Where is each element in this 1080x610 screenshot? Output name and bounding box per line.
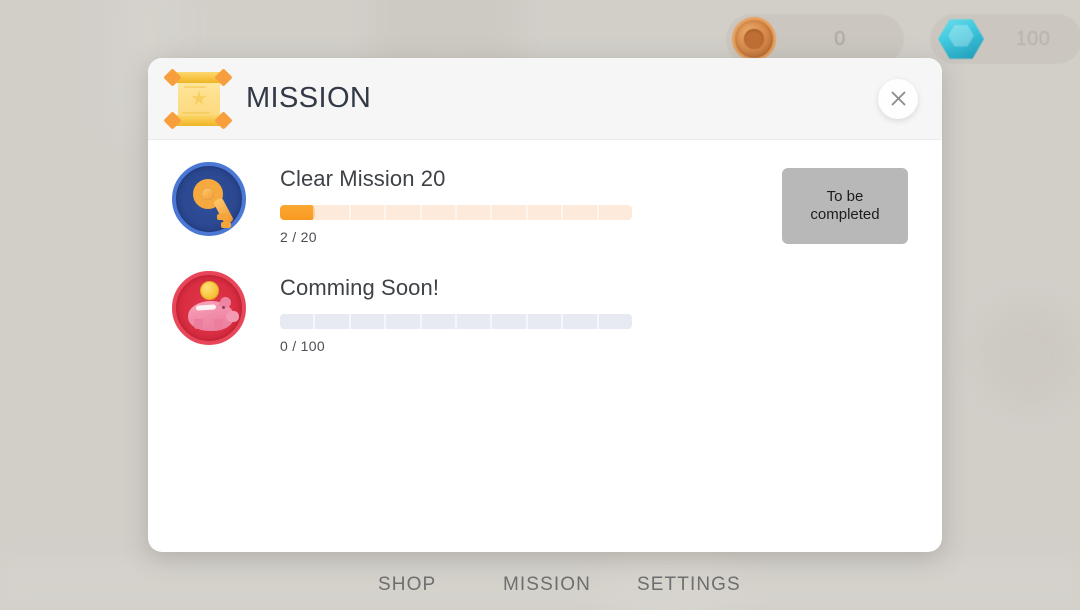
bottom-navigation: SHOP MISSION SETTINGS <box>0 568 1080 602</box>
mission-progress-bar <box>280 205 632 220</box>
background-shape <box>975 300 1080 410</box>
mission-progress-label: 0 / 100 <box>280 338 325 354</box>
close-button[interactable] <box>878 78 918 119</box>
key-icon <box>172 162 246 236</box>
progress-ticks <box>280 205 632 220</box>
mission-name: Comming Soon! <box>280 275 440 300</box>
mission-progress-bar <box>280 314 632 329</box>
mission-info: Clear Mission 20 2 / 20 <box>280 162 632 245</box>
nav-item-settings[interactable]: SETTINGS <box>637 574 741 596</box>
gem-counter[interactable]: 100 <box>930 14 1080 64</box>
mission-name: Clear Mission 20 <box>280 166 446 191</box>
scroll-icon <box>162 67 234 130</box>
gem-icon <box>938 19 984 59</box>
mission-dialog: MISSION Clear Mission 20 2 / 20 To be co… <box>148 58 942 552</box>
close-icon <box>891 91 905 106</box>
piggy-bank-icon <box>172 271 246 345</box>
nav-item-shop[interactable]: SHOP <box>378 574 436 596</box>
dialog-title: MISSION <box>246 82 372 114</box>
mission-progress-label: 2 / 20 <box>280 229 317 245</box>
mission-row: Comming Soon! 0 / 100 <box>148 271 942 354</box>
progress-ticks <box>280 314 632 329</box>
mission-action: To be completed <box>782 168 908 244</box>
dialog-body: Clear Mission 20 2 / 20 To be completed <box>148 140 942 354</box>
to-be-completed-button[interactable]: To be completed <box>782 168 908 244</box>
coin-icon <box>732 17 776 61</box>
mission-row: Clear Mission 20 2 / 20 To be completed <box>148 162 942 245</box>
dialog-header: MISSION <box>148 58 942 140</box>
mission-info: Comming Soon! 0 / 100 <box>280 271 632 354</box>
gem-count: 100 <box>1015 27 1051 50</box>
nav-item-mission[interactable]: MISSION <box>503 574 591 596</box>
coin-count: 0 <box>834 27 846 50</box>
coin-counter[interactable]: 0 <box>726 14 904 64</box>
